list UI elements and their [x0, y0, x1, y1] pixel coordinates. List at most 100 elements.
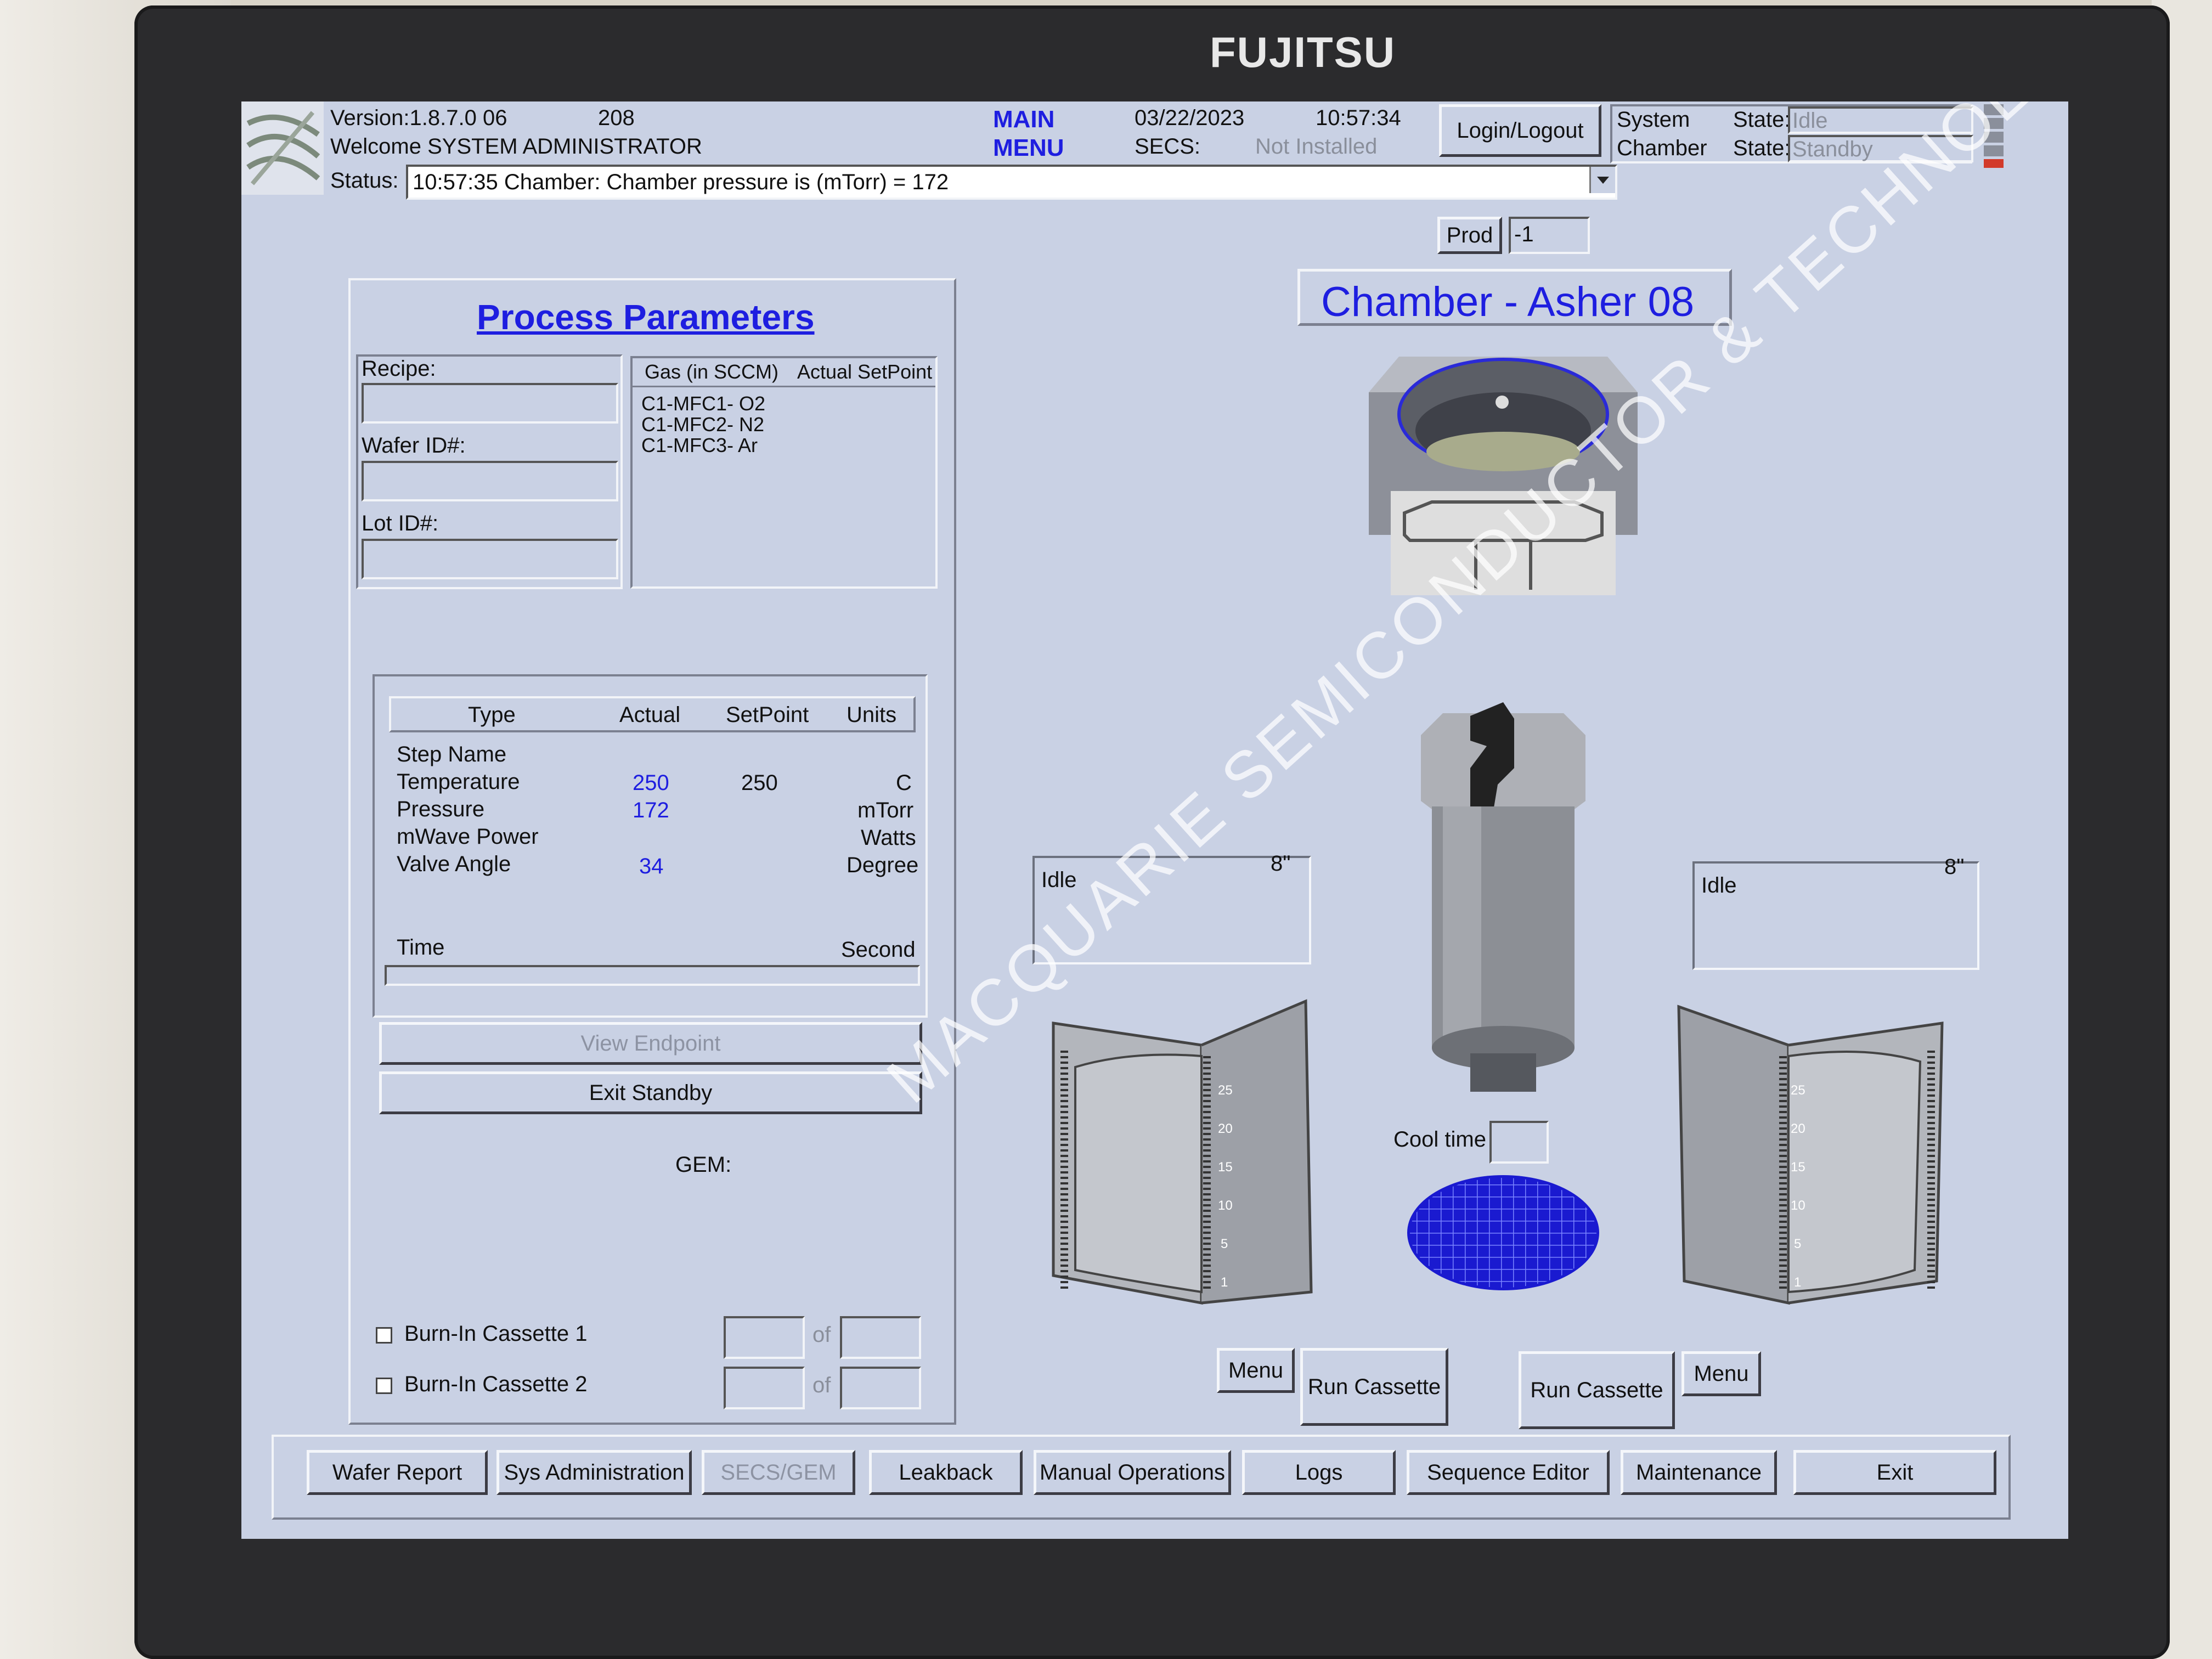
view-endpoint-button[interactable]: View Endpoint [379, 1022, 922, 1065]
chamber-title: Chamber - Asher 08 [1321, 279, 1695, 325]
main-menu-title: MAIN [993, 106, 1055, 133]
prod-value: -1 [1514, 222, 1534, 246]
right-station-status-box: Idle 8" [1692, 855, 1979, 970]
login-logout-button[interactable]: Login/Logout [1439, 104, 1601, 157]
nav-exit-button[interactable]: Exit [1793, 1450, 1996, 1495]
scale-tick: 20 [1791, 1121, 1805, 1136]
row-units: Watts [861, 826, 916, 850]
burn-in-cassette-1-checkbox[interactable] [376, 1327, 392, 1344]
row-type: Valve Angle [397, 852, 511, 876]
burn-in-2-of-label: of [812, 1373, 831, 1397]
row-actual: 172 [633, 798, 669, 822]
bottom-nav-bar: Wafer Report Sys Administration SECS/GEM… [272, 1435, 2011, 1520]
process-chamber-graphic[interactable] [1366, 354, 1651, 595]
row-type: Pressure [397, 797, 485, 821]
chamber-state-field: Standby [1788, 135, 1973, 162]
burn-in-1-total-input[interactable] [840, 1316, 921, 1359]
prod-input[interactable]: -1 [1509, 217, 1590, 254]
scale-tick: 25 [1791, 1083, 1805, 1098]
status-indicator-stack [1984, 104, 2004, 169]
right-station-status: Idle [1701, 873, 1737, 898]
nav-manual-operations-button[interactable]: Manual Operations [1034, 1450, 1231, 1495]
burn-in-cassette-2-checkbox[interactable] [376, 1378, 392, 1394]
scale-tick: 10 [1218, 1198, 1233, 1213]
nav-secs-gem-button[interactable]: SECS/GEM [702, 1450, 855, 1495]
burn-in-2-total-input[interactable] [840, 1367, 921, 1409]
nav-sys-administration-button[interactable]: Sys Administration [496, 1450, 692, 1495]
burn-in-cassette-1-label: Burn-In Cassette 1 [404, 1322, 588, 1346]
nav-sequence-editor-button[interactable]: Sequence Editor [1407, 1450, 1610, 1495]
row-units: Degree [847, 853, 919, 877]
status-dropdown[interactable]: 10:57:35 Chamber: Chamber pressure is (m… [406, 165, 1617, 200]
left-station-status: Idle [1041, 868, 1077, 892]
nav-logs-button[interactable]: Logs [1242, 1450, 1396, 1495]
left-cassette-graphic[interactable]: 25 20 15 10 5 1 [1042, 985, 1328, 1319]
right-run-cassette-button[interactable]: Run Cassette [1519, 1351, 1675, 1429]
state-panel: System State: Idle Chamber State: Standb… [1610, 104, 1973, 163]
gas-header-right: Actual SetPoint [797, 360, 933, 383]
prod-button[interactable]: Prod [1437, 217, 1502, 254]
scale-tick: 20 [1218, 1121, 1233, 1136]
scale-tick: 1 [1794, 1275, 1801, 1290]
monitor-brand-logo: FUJITSU [1210, 28, 1396, 76]
burn-in-2-count-input[interactable] [724, 1367, 805, 1409]
gas-header-left: Gas (in SCCM) [645, 360, 779, 383]
col-units: Units [847, 703, 897, 727]
gas-item: C1-MFC3- Ar [641, 434, 758, 456]
step-table: Type Actual SetPoint Units Step Name Tem… [373, 674, 928, 1018]
step-table-header: Type Actual SetPoint Units [389, 696, 916, 732]
right-menu-button[interactable]: Menu [1681, 1351, 1761, 1396]
row-actual: 250 [633, 771, 669, 795]
gas-table: Gas (in SCCM) Actual SetPoint C1-MFC1- O… [630, 356, 938, 589]
scale-tick: 10 [1791, 1198, 1805, 1213]
status-value: 10:57:35 Chamber: Chamber pressure is (m… [413, 170, 949, 194]
nav-wafer-report-button[interactable]: Wafer Report [307, 1450, 488, 1495]
scale-tick: 25 [1218, 1083, 1233, 1098]
row-setpoint: 250 [741, 771, 778, 795]
system-state-value: Idle [1792, 109, 1828, 133]
nav-leakback-button[interactable]: Leakback [869, 1450, 1023, 1495]
lot-id-input[interactable] [362, 539, 618, 579]
system-label: System [1617, 108, 1690, 132]
lot-id-label: Lot ID#: [362, 511, 439, 535]
indicator-light [1984, 145, 2004, 156]
scale-tick: 5 [1794, 1237, 1801, 1251]
row-type: Step Name [397, 742, 507, 766]
nav-maintenance-button[interactable]: Maintenance [1621, 1450, 1777, 1495]
time-units: Second [841, 938, 916, 962]
burn-in-1-of-label: of [812, 1323, 831, 1347]
main-menu-title-line2: MENU [993, 134, 1064, 161]
chevron-down-icon[interactable] [1589, 167, 1615, 193]
version-number: 208 [598, 106, 635, 130]
chamber-state-label: State: [1733, 136, 1791, 160]
recipe-input[interactable] [362, 383, 618, 424]
chamber-label: Chamber [1617, 136, 1707, 160]
gem-label: GEM: [675, 1153, 732, 1177]
left-run-cassette-button[interactable]: Run Cassette [1300, 1348, 1448, 1426]
date-display: 03/22/2023 [1135, 106, 1245, 130]
burn-in-1-count-input[interactable] [724, 1316, 805, 1359]
app-logo-icon [241, 101, 324, 195]
col-type: Type [468, 703, 516, 727]
wafer-icon[interactable] [1404, 1172, 1602, 1293]
left-station-size: 8" [1271, 851, 1291, 876]
gas-item: C1-MFC1- O2 [641, 392, 766, 415]
cool-time-input[interactable] [1489, 1121, 1549, 1164]
robot-arm-graphic[interactable] [1410, 702, 1596, 1097]
app-screen: Version:1.8.7.0 06 208 Welcome SYSTEM AD… [241, 101, 2068, 1539]
process-parameters-title: Process Parameters [477, 297, 815, 337]
left-menu-button[interactable]: Menu [1217, 1348, 1295, 1393]
row-type: mWave Power [397, 825, 539, 849]
time-display: 10:57:34 [1316, 106, 1401, 130]
chamber-state-value: Standby [1792, 137, 1873, 161]
system-state-label: State: [1733, 108, 1791, 132]
wafer-id-input[interactable] [362, 461, 618, 501]
row-type: Temperature [397, 770, 520, 794]
gas-table-header: Gas (in SCCM) Actual SetPoint [633, 358, 935, 387]
secs-label: SECS: [1135, 134, 1201, 159]
right-cassette-graphic[interactable]: 25 20 15 10 5 1 [1657, 985, 1964, 1325]
status-label: Status: [330, 168, 399, 193]
col-setpoint: SetPoint [726, 703, 809, 727]
burn-in-cassette-2-label: Burn-In Cassette 2 [404, 1372, 588, 1396]
exit-standby-button[interactable]: Exit Standby [379, 1071, 922, 1114]
